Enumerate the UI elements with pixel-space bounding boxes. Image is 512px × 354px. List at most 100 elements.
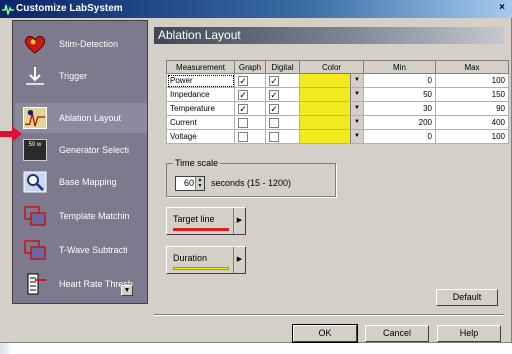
max-cell[interactable]: 150 (435, 87, 509, 102)
min-cell[interactable]: 0 (363, 73, 436, 88)
duration-line-swatch (173, 267, 229, 270)
sidebar-item-label: Ablation Layout (59, 113, 122, 123)
trigger-icon (26, 67, 44, 85)
caret-right-icon: ▶ (233, 247, 245, 273)
min-cell[interactable]: 50 (363, 87, 436, 102)
time-scale-label: Time scale (173, 158, 221, 168)
graph-checkbox[interactable] (238, 117, 248, 128)
graph-checkbox[interactable]: ✓ (238, 75, 248, 86)
duration-label: Duration (173, 253, 208, 263)
table-row: Impedance ✓ ✓ ▼ 50 150 (166, 87, 509, 102)
time-scale-spinner[interactable]: 60 ▲ ▼ (175, 176, 205, 191)
color-dropdown[interactable]: ▼ (299, 73, 364, 88)
target-line-label: Target line (173, 214, 215, 224)
chevron-down-icon: ▼ (350, 74, 363, 87)
measurement-cell[interactable]: Voltage (166, 129, 235, 144)
chevron-down-icon: ▼ (350, 116, 363, 129)
color-dropdown[interactable]: ▼ (299, 87, 364, 102)
color-swatch (300, 88, 350, 101)
digital-checkbox[interactable] (269, 117, 279, 128)
color-swatch (300, 102, 350, 115)
sidebar-item-label: Trigger (59, 71, 88, 81)
column-header: Color (299, 60, 364, 74)
min-cell[interactable]: 200 (363, 115, 436, 130)
duration-button[interactable]: Duration ▶ (166, 246, 246, 274)
color-dropdown[interactable]: ▼ (299, 129, 364, 144)
column-header: Min (363, 60, 436, 74)
table-row: Power ✓ ✓ ▼ 0 100 (166, 73, 509, 88)
target-line-button[interactable]: Target line ▶ (166, 207, 246, 235)
table-row: Current ▼ 200 400 (166, 115, 509, 130)
measurement-cell[interactable]: Power (166, 73, 235, 88)
column-header: Max (435, 60, 509, 74)
divider (154, 314, 504, 316)
waveform-icon (2, 4, 14, 15)
window-title: Customize LabSystem (16, 3, 123, 14)
color-swatch (300, 130, 350, 143)
max-cell[interactable]: 400 (435, 115, 509, 130)
digital-checkbox[interactable]: ✓ (269, 103, 279, 114)
digital-checkbox[interactable]: ✓ (269, 75, 279, 86)
caret-right-icon: ▶ (233, 208, 245, 234)
digital-checkbox[interactable] (269, 131, 279, 142)
time-scale-units: seconds (15 - 1200) (211, 178, 292, 188)
spinner-arrows-icon[interactable]: ▲ ▼ (195, 177, 204, 190)
sidebar-item-label: Template Matchin (59, 211, 130, 221)
sidebar-item-base-mapping[interactable]: Base Mapping (15, 167, 147, 197)
color-dropdown[interactable]: ▼ (299, 101, 364, 116)
graph-checkbox[interactable] (238, 131, 248, 142)
max-cell[interactable]: 90 (435, 101, 509, 116)
sidebar-item-label: Base Mapping (59, 177, 117, 187)
sidebar-item-template-matching[interactable]: Template Matchin (15, 201, 147, 231)
min-cell[interactable]: 0 (363, 129, 436, 144)
sidebar-item-stim-detection[interactable]: Stim-Detection (15, 29, 147, 59)
selection-arrow-icon (0, 126, 22, 142)
sidebar: Stim-Detection Trigger Ablation Layout 5… (12, 20, 148, 304)
max-cell[interactable]: 100 (435, 129, 509, 144)
sidebar-scroll-down-button[interactable]: ▼ (121, 285, 133, 296)
sidebar-item-label: Stim-Detection (59, 39, 119, 49)
help-button[interactable]: Help (437, 325, 501, 342)
sidebar-item-label: Generator Selecti (59, 145, 130, 155)
time-scale-group: Time scale 60 ▲ ▼ seconds (15 - 1200) (166, 158, 336, 197)
sidebar-item-trigger[interactable]: Trigger (15, 61, 147, 91)
sidebar-item-generator-selection[interactable]: 50 w Generator Selecti (15, 135, 147, 165)
chevron-down-icon: ▼ (350, 102, 363, 115)
min-cell[interactable]: 30 (363, 101, 436, 116)
max-cell[interactable]: 100 (435, 73, 509, 88)
close-button[interactable]: × (495, 2, 509, 15)
measurement-cell[interactable]: Current (166, 115, 235, 130)
sidebar-item-label: T-Wave Subtracti (59, 245, 128, 255)
column-header: Graph (234, 60, 266, 74)
chevron-down-icon: ▼ (350, 130, 363, 143)
title-bar: Customize LabSystem × (0, 0, 512, 18)
sidebar-item-ablation-layout[interactable]: Ablation Layout (15, 103, 147, 133)
table-row: Voltage ▼ 0 100 (166, 129, 509, 144)
generator-icon: 50 w (23, 139, 47, 161)
color-swatch (300, 116, 350, 129)
color-swatch (300, 74, 350, 87)
cancel-button[interactable]: Cancel (365, 325, 429, 342)
chevron-down-icon: ▼ (350, 88, 363, 101)
column-header: Measurement (166, 60, 235, 74)
measurement-cell[interactable]: Impedance (166, 87, 235, 102)
sidebar-item-t-wave-subtraction[interactable]: T-Wave Subtracti (15, 235, 147, 265)
default-button[interactable]: Default (436, 289, 498, 306)
time-scale-value: 60 (184, 178, 195, 188)
ok-button[interactable]: OK (292, 324, 358, 343)
threshold-icon (27, 273, 46, 295)
customize-dialog: Customize LabSystem × Stim-Detection Tri… (0, 0, 512, 343)
digital-checkbox[interactable]: ✓ (269, 89, 279, 100)
color-dropdown[interactable]: ▼ (299, 115, 364, 130)
page-title: Ablation Layout (154, 27, 504, 44)
measurement-cell[interactable]: Temperature (166, 101, 235, 116)
table-header-row: Measurement Graph Digital Color Min Max (166, 60, 509, 74)
twave-icon (24, 240, 46, 260)
generator-badge: 50 w (28, 142, 42, 148)
table-row: Temperature ✓ ✓ ▼ 30 90 (166, 101, 509, 116)
graph-checkbox[interactable]: ✓ (238, 103, 248, 114)
magnifier-icon (23, 171, 47, 193)
graph-checkbox[interactable]: ✓ (238, 89, 248, 100)
heart-icon (24, 36, 46, 54)
column-header: Digital (265, 60, 300, 74)
